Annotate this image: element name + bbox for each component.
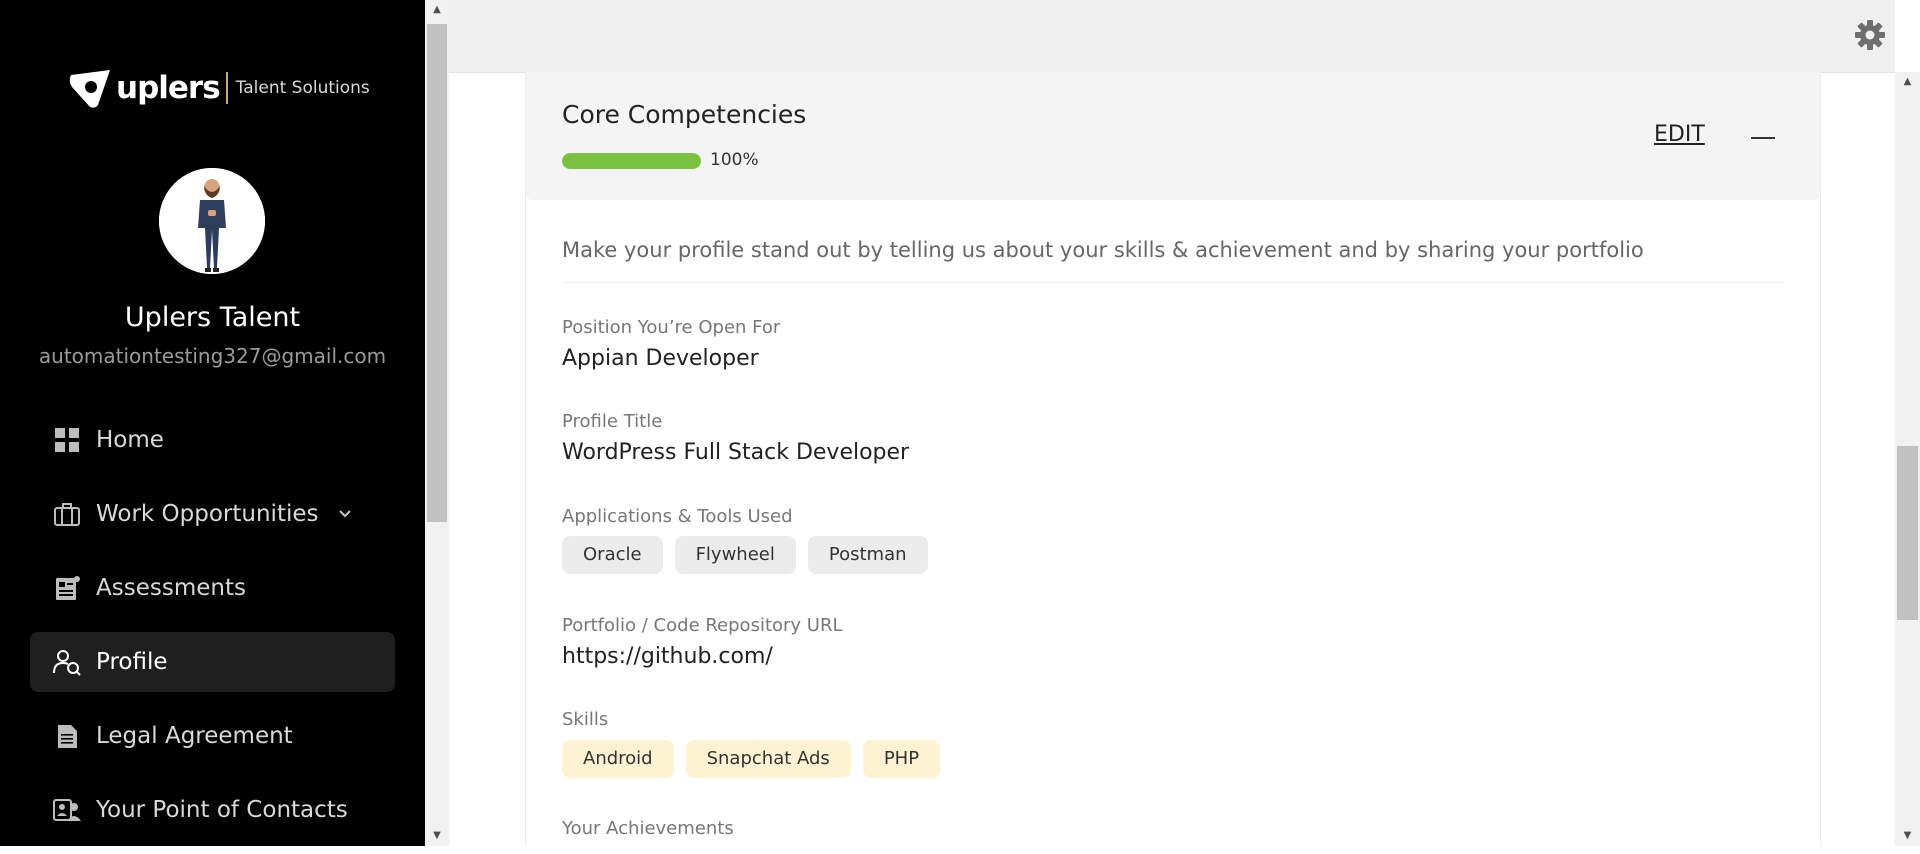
- avatar[interactable]: [159, 168, 265, 274]
- scroll-up-arrow-icon[interactable]: ▲: [425, 0, 449, 20]
- chevron-down-icon[interactable]: [337, 506, 353, 522]
- sidebar-scrollbar[interactable]: ▲ ▼: [425, 0, 449, 846]
- top-bar: [449, 0, 1895, 73]
- sidebar-nav: Home Work Opportunities Assessments Prof…: [30, 410, 395, 854]
- skill-tag: Android: [562, 740, 674, 778]
- collapse-button[interactable]: [1751, 127, 1775, 151]
- tool-tag: Postman: [807, 536, 928, 574]
- main-scroll-thumb[interactable]: [1897, 446, 1918, 620]
- position-value: Appian Developer: [562, 346, 759, 371]
- profile-title-value: WordPress Full Stack Developer: [562, 440, 910, 465]
- card-header: Core Competencies 100% EDIT: [526, 72, 1820, 200]
- contacts-icon: [52, 795, 82, 825]
- profile-title-label: Profile Title: [562, 411, 663, 432]
- sidebar-item-label: Work Opportunities: [96, 501, 319, 527]
- sidebar-item-label: Assessments: [96, 575, 246, 601]
- sidebar-item-home[interactable]: Home: [30, 410, 395, 470]
- user-email: automationtesting327@gmail.com: [38, 344, 387, 368]
- sidebar-item-work-opportunities[interactable]: Work Opportunities: [30, 484, 395, 544]
- skills-label: Skills: [562, 709, 609, 730]
- gear-icon[interactable]: [1853, 18, 1887, 52]
- scroll-down-arrow-icon[interactable]: ▼: [1895, 826, 1920, 846]
- briefcase-icon: [52, 499, 82, 529]
- skill-tag: PHP: [862, 740, 941, 778]
- sidebar: uplers Talent Solutions Uplers Talent au…: [0, 0, 425, 846]
- minus-icon: [1751, 137, 1775, 139]
- scroll-down-arrow-icon[interactable]: ▼: [425, 826, 449, 846]
- sidebar-scroll-thumb[interactable]: [427, 24, 447, 522]
- position-label: Position You’re Open For: [562, 317, 781, 338]
- sidebar-item-label: Your Point of Contacts: [96, 797, 348, 823]
- completion-progress-bar: [562, 153, 701, 169]
- assessment-icon: [52, 573, 82, 603]
- avatar-illustration: [159, 168, 265, 274]
- progress-percent: 100%: [710, 150, 759, 170]
- section-description: Make your profile stand out by telling u…: [562, 238, 1784, 283]
- sidebar-item-label: Home: [96, 427, 164, 453]
- user-name: Uplers Talent: [124, 302, 301, 333]
- progress-fill: [562, 153, 701, 169]
- core-competencies-card: Core Competencies 100% EDIT Make your pr…: [525, 72, 1821, 846]
- sidebar-item-legal-agreement[interactable]: Legal Agreement: [30, 706, 395, 766]
- section-title: Core Competencies: [562, 100, 807, 129]
- uplers-logo[interactable]: uplers Talent Solutions: [68, 66, 370, 110]
- tool-tag: Oracle: [562, 536, 663, 574]
- tools-label: Applications & Tools Used: [562, 506, 793, 527]
- tools-tag-list: Oracle Flywheel Postman: [562, 536, 928, 574]
- portfolio-url[interactable]: https://github.com/: [562, 644, 773, 669]
- sidebar-item-label: Legal Agreement: [96, 723, 293, 749]
- portfolio-label: Portfolio / Code Repository URL: [562, 615, 843, 636]
- sidebar-item-label: Profile: [96, 649, 168, 675]
- logo-divider: [225, 72, 228, 104]
- main-scrollbar[interactable]: ▲ ▼: [1895, 72, 1920, 846]
- profile-search-icon: [52, 647, 82, 677]
- sidebar-item-assessments[interactable]: Assessments: [30, 558, 395, 618]
- grid-icon: [52, 425, 82, 455]
- skills-tag-list: Android Snapchat Ads PHP: [562, 740, 941, 778]
- edit-button[interactable]: EDIT: [1654, 122, 1705, 147]
- sidebar-item-point-of-contacts[interactable]: Your Point of Contacts: [30, 780, 395, 840]
- sidebar-item-profile[interactable]: Profile: [30, 632, 395, 692]
- brand-name: uplers: [116, 70, 221, 106]
- skill-tag: Snapchat Ads: [685, 740, 851, 778]
- achievements-label: Your Achievements: [562, 818, 734, 839]
- brand-subtitle: Talent Solutions: [235, 78, 370, 98]
- tool-tag: Flywheel: [674, 536, 796, 574]
- scroll-up-arrow-icon[interactable]: ▲: [1895, 72, 1920, 92]
- document-icon: [52, 721, 82, 751]
- main-content: Core Competencies 100% EDIT Make your pr…: [449, 0, 1895, 846]
- uplers-logo-icon: [69, 70, 110, 108]
